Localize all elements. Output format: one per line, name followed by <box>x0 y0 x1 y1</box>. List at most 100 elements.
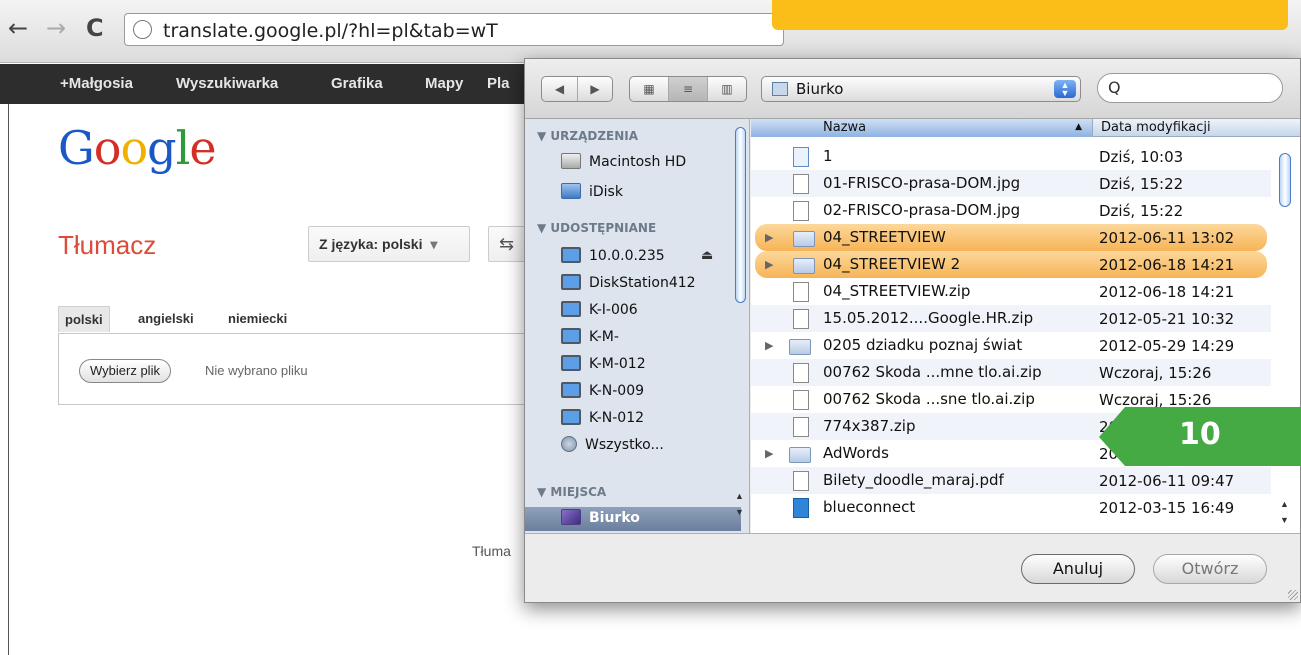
history-nav: ◀ ▶ <box>541 76 613 102</box>
footer-text[interactable]: Tłuma <box>472 543 511 559</box>
file-row[interactable]: 15.05.2012....Google.HR.zip 2012-05-21 1… <box>751 305 1271 332</box>
image-file-icon <box>793 174 809 194</box>
sidebar-item-all[interactable]: Wszystko... <box>561 434 741 458</box>
resize-grip-icon[interactable] <box>1288 590 1298 600</box>
sidebar-item-k-n-009[interactable]: K-N-009 <box>561 380 741 404</box>
column-view-button[interactable]: ▥ <box>708 77 746 101</box>
image-file-icon <box>793 201 809 221</box>
scroll-up-icon[interactable]: ▲ <box>735 491 744 501</box>
dialog-button-bar: Anuluj Otwórz <box>525 533 1300 602</box>
column-header-name[interactable]: Nazwa ▲ <box>751 119 1093 137</box>
sidebar-section-places[interactable]: ▼ MIEJSCA <box>537 485 606 499</box>
forward-icon[interactable]: → <box>46 14 66 42</box>
icon-view-button[interactable]: ▦ <box>630 77 669 101</box>
file-row[interactable]: 1 Dziś, 10:03 <box>751 143 1271 170</box>
disclosure-triangle-icon[interactable]: ▶ <box>765 231 773 244</box>
sidebar-item-diskstation412[interactable]: DiskStation412 <box>561 272 741 296</box>
sidebar-section-shared[interactable]: ▼ UDOSTĘPNIANE <box>537 221 656 235</box>
disclosure-triangle-icon[interactable]: ▶ <box>765 447 773 460</box>
page-border <box>8 104 9 655</box>
desktop-icon <box>561 509 581 525</box>
file-row[interactable]: 01-FRISCO-prasa-DOM.jpg Dziś, 15:22 <box>751 170 1271 197</box>
gbar-item-search[interactable]: Wyszukiwarka <box>176 75 278 92</box>
choose-file-button[interactable]: Wybierz plik <box>79 359 171 383</box>
monitor-icon <box>561 274 581 290</box>
dialog-forward-button[interactable]: ▶ <box>578 77 612 101</box>
current-folder-label: Biurko <box>796 80 844 98</box>
column-name-label: Nazwa <box>823 120 867 135</box>
section-label: UDOSTĘPNIANE <box>550 221 657 235</box>
file-list-scrollbar[interactable]: ▲ ▼ <box>1277 143 1293 533</box>
disclosure-triangle-icon[interactable]: ▶ <box>765 258 773 271</box>
sidebar-item-10-0-0-235[interactable]: 10.0.0.235 ⏏ <box>561 245 741 269</box>
swap-icon: ⇆ <box>499 234 515 254</box>
column-header-date[interactable]: Data modyfikacji <box>1101 119 1211 136</box>
address-url[interactable]: translate.google.pl/?hl=pl&tab=wT <box>163 20 498 42</box>
source-language-select[interactable]: Z języka: polski ▾ <box>308 226 470 262</box>
address-bar[interactable]: translate.google.pl/?hl=pl&tab=wT <box>124 13 784 46</box>
file-date: 2012-05-21 10:32 <box>1099 310 1235 328</box>
sidebar-item-desktop[interactable]: Biurko <box>525 507 741 531</box>
folder-icon <box>793 231 815 247</box>
sidebar-item-k-i-006[interactable]: K-I-006 <box>561 299 741 323</box>
file-name: 774x387.zip <box>823 417 916 435</box>
dialog-back-button[interactable]: ◀ <box>542 77 578 101</box>
scroll-down-icon[interactable]: ▼ <box>1280 515 1289 525</box>
file-row-selected[interactable]: ▶ 04_STREETVIEW 2012-06-11 13:02 <box>755 224 1267 251</box>
open-button[interactable]: Otwórz <box>1153 554 1267 584</box>
sidebar-item-k-m[interactable]: K-M- <box>561 326 741 350</box>
sidebar-item-macintosh-hd[interactable]: Macintosh HD <box>561 151 741 175</box>
reload-icon[interactable]: C <box>86 14 104 42</box>
tab-niemiecki[interactable]: niemiecki <box>222 306 293 332</box>
view-mode-switch: ▦ ≡ ▥ <box>629 76 747 102</box>
sidebar-item-k-n-012[interactable]: K-N-012 <box>561 407 741 431</box>
gbar-item-images[interactable]: Grafika <box>331 75 383 92</box>
file-row[interactable]: 02-FRISCO-prasa-DOM.jpg Dziś, 15:22 <box>751 197 1271 224</box>
eject-icon[interactable]: ⏏ <box>701 245 713 267</box>
sidebar-item-k-m-012[interactable]: K-M-012 <box>561 353 741 377</box>
sidebar-section-devices[interactable]: ▼ URZĄDZENIA <box>537 129 638 143</box>
sidebar-scroll-thumb[interactable] <box>735 127 746 303</box>
step-number-badge: 10 <box>1099 407 1301 466</box>
sidebar-scrollbar[interactable]: ▲ ▼ <box>733 121 747 531</box>
file-name: 04_STREETVIEW 2 <box>823 255 961 273</box>
back-icon[interactable]: ← <box>8 14 28 42</box>
zip-file-icon <box>793 282 809 302</box>
file-name: AdWords <box>823 444 889 462</box>
file-date: 2012-06-11 09:47 <box>1099 472 1235 490</box>
gbar-item-play[interactable]: Pla <box>487 75 510 92</box>
hard-disk-icon <box>561 153 581 169</box>
gbar-item-profile[interactable]: +Małgosia <box>60 75 133 92</box>
file-row[interactable]: Bilety_doodle_maraj.pdf 2012-06-11 09:47 <box>751 467 1271 494</box>
tab-angielski[interactable]: angielski <box>132 306 200 332</box>
list-view-button[interactable]: ≡ <box>669 77 708 101</box>
file-name: 02-FRISCO-prasa-DOM.jpg <box>823 201 1021 219</box>
folder-popup[interactable]: Biurko ▲▼ <box>761 76 1081 102</box>
cancel-button[interactable]: Anuluj <box>1021 554 1135 584</box>
zip-file-icon <box>793 309 809 329</box>
file-row[interactable]: 04_STREETVIEW.zip 2012-06-18 14:21 <box>751 278 1271 305</box>
file-list-scroll-thumb[interactable] <box>1279 153 1291 207</box>
scroll-up-icon[interactable]: ▲ <box>1280 499 1289 509</box>
file-row[interactable]: 00762 Skoda ...mne tlo.ai.zip Wczoraj, 1… <box>751 359 1271 386</box>
scroll-down-icon[interactable]: ▼ <box>735 507 744 517</box>
file-date: 2012-03-15 16:49 <box>1099 499 1235 517</box>
file-row[interactable]: blueconnect 2012-03-15 16:49 <box>751 494 1271 521</box>
gbar-item-maps[interactable]: Mapy <box>425 75 463 92</box>
sidebar-item-label: K-N-012 <box>589 410 645 426</box>
sidebar-item-idisk[interactable]: iDisk <box>561 181 741 205</box>
tab-polski[interactable]: polski <box>58 306 110 332</box>
pdf-file-icon <box>793 471 809 491</box>
dialog-toolbar: ◀ ▶ ▦ ≡ ▥ Biurko ▲▼ Q <box>525 59 1300 119</box>
open-file-dialog: ◀ ▶ ▦ ≡ ▥ Biurko ▲▼ Q ▼ URZĄDZENIA Macin… <box>524 58 1301 603</box>
disclosure-triangle-icon[interactable]: ▶ <box>765 339 773 352</box>
sidebar-item-label: Wszystko... <box>585 437 664 453</box>
idisk-icon <box>561 183 581 199</box>
file-row-selected[interactable]: ▶ 04_STREETVIEW 2 2012-06-18 14:21 <box>755 251 1267 278</box>
zip-file-icon <box>793 417 809 437</box>
section-label: MIEJSCA <box>550 485 607 499</box>
file-name: 00762 Skoda ...mne tlo.ai.zip <box>823 363 1042 381</box>
file-row[interactable]: ▶ 0205 dziadku poznaj świat 2012-05-29 1… <box>751 332 1271 359</box>
google-logo[interactable]: Google <box>58 122 217 174</box>
dialog-search-field[interactable]: Q <box>1097 73 1283 103</box>
